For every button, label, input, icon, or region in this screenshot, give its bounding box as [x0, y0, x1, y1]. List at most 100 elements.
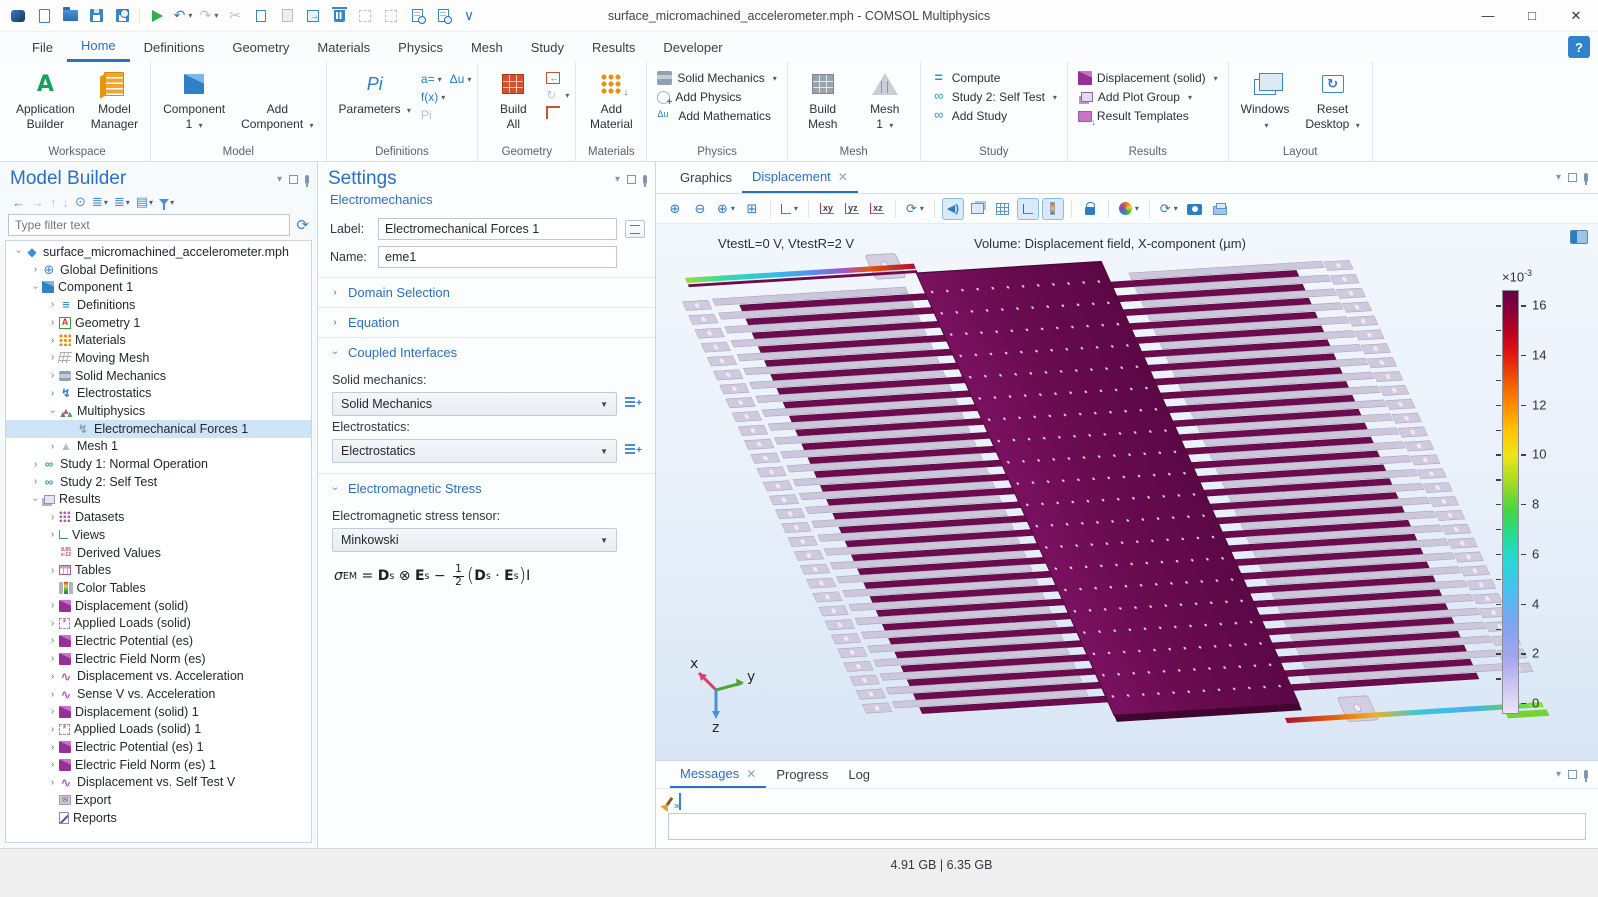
add-interface-icon[interactable] — [625, 397, 641, 411]
tree-item[interactable]: ›Moving Mesh — [6, 349, 311, 367]
pin-panel-icon[interactable] — [305, 175, 309, 184]
tree-item[interactable]: ›Electric Field Norm (es) 1 — [6, 756, 311, 774]
show-color-legend-icon[interactable] — [1042, 198, 1064, 220]
collapsed-chevron-icon[interactable]: › — [46, 689, 59, 700]
model-manager-button[interactable]: ModelManager — [85, 66, 144, 135]
menu-tab-physics[interactable]: Physics — [384, 32, 457, 62]
add-mathematics-button[interactable]: ΔuAdd Mathematics — [653, 108, 780, 124]
collapsed-chevron-icon[interactable]: › — [46, 724, 59, 735]
component-1-button[interactable]: Component1 ▾ — [157, 66, 231, 135]
menu-tab-mesh[interactable]: Mesh — [457, 32, 517, 62]
panel-menu-icon[interactable]: ▾ — [1556, 769, 1561, 780]
help-button[interactable]: ? — [1568, 36, 1590, 58]
tab-graphics[interactable]: Graphics — [670, 162, 742, 193]
clear-messages-icon[interactable] — [668, 794, 671, 809]
find-icon[interactable] — [405, 5, 429, 27]
tree-item[interactable]: ›surface_micromachined_accelerometer.mph — [6, 243, 311, 261]
section-domain-selection[interactable]: › Domain Selection — [318, 277, 655, 307]
expanded-chevron-icon[interactable]: › — [47, 405, 58, 418]
collapsed-chevron-icon[interactable]: › — [46, 653, 59, 664]
expanded-chevron-icon[interactable]: › — [13, 245, 24, 258]
save-icon[interactable] — [84, 5, 108, 27]
tree-item[interactable]: ›Global Definitions — [6, 261, 311, 279]
collapsed-chevron-icon[interactable]: › — [46, 565, 59, 576]
tree-item[interactable]: ›Tables — [6, 561, 311, 579]
tree-item[interactable]: 8.85e-12Derived Values — [6, 544, 311, 562]
add-study-button[interactable]: ∞Add Study — [927, 108, 1061, 124]
tree-item[interactable]: ›Displacement (solid) — [6, 597, 311, 615]
refresh-icon[interactable]: ⟳ — [296, 216, 309, 234]
section-equation[interactable]: › Equation — [318, 307, 655, 337]
messages-output[interactable] — [668, 813, 1586, 840]
add-physics-button[interactable]: Add Physics — [653, 89, 780, 105]
tree-item[interactable]: ›Study 1: Normal Operation — [6, 455, 311, 473]
mesh-1-button[interactable]: Mesh1 ▾ — [856, 66, 914, 135]
view-xy-icon[interactable]: xy — [816, 198, 838, 220]
copy-icon[interactable] — [249, 5, 273, 27]
show-axes-icon[interactable] — [1017, 198, 1039, 220]
collapsed-chevron-icon[interactable]: › — [46, 335, 59, 346]
collapsed-chevron-icon[interactable]: › — [46, 777, 59, 788]
electrostatics-select[interactable]: Electrostatics▼ — [332, 439, 617, 463]
tree-item[interactable]: ›Displacement (solid) 1 — [6, 703, 311, 721]
tree-filter-input[interactable] — [8, 214, 290, 236]
label-input[interactable] — [378, 218, 617, 240]
tree-item[interactable]: ›Electric Potential (es) — [6, 632, 311, 650]
tab-displacement[interactable]: Displacement✕ — [742, 162, 858, 193]
tree-item[interactable]: ›Displacement vs. Self Test V — [6, 774, 311, 792]
menu-tab-file[interactable]: File — [18, 32, 67, 62]
build-all-button[interactable]: BuildAll — [484, 66, 542, 135]
pin-panel-icon[interactable] — [643, 175, 647, 184]
compute-button[interactable]: =Compute — [927, 70, 1061, 86]
build-mesh-button[interactable]: BuildMesh — [794, 66, 852, 135]
run-icon[interactable] — [145, 5, 169, 27]
plot-window-icon[interactable] — [1570, 230, 1588, 244]
undo-icon[interactable]: ↶▾ — [171, 5, 195, 27]
menu-tab-results[interactable]: Results — [578, 32, 649, 62]
zoom-box-icon[interactable]: ⊕▾ — [714, 198, 738, 220]
displacement-solid-button[interactable]: Displacement (solid)▾ — [1074, 70, 1222, 86]
rotate-icon[interactable]: ⟳▾ — [903, 198, 927, 220]
solid-mechanics-button[interactable]: Solid Mechanics▾ — [653, 70, 780, 86]
tree-item[interactable]: Electromechanical Forces 1 — [6, 420, 311, 438]
collapsed-chevron-icon[interactable]: › — [46, 512, 59, 523]
tree-item[interactable]: ›Multiphysics — [6, 402, 311, 420]
tree-item[interactable]: ›Electric Potential (es) 1 — [6, 738, 311, 756]
expanded-chevron-icon[interactable]: › — [30, 493, 41, 506]
collapse-icon[interactable]: ≣▾ — [112, 194, 132, 210]
collapsed-chevron-icon[interactable]: › — [46, 370, 59, 381]
sound-icon[interactable]: ◀) — [942, 198, 964, 220]
transparency-icon[interactable] — [967, 198, 989, 220]
tree-item[interactable]: ›Results — [6, 491, 311, 509]
collapsed-chevron-icon[interactable]: › — [46, 671, 59, 682]
tree-item[interactable]: ›Sense V vs. Acceleration — [6, 685, 311, 703]
collapsed-chevron-icon[interactable]: › — [29, 476, 42, 487]
functions-button[interactable]: f(x)▾ — [421, 90, 445, 104]
duplicate-icon[interactable] — [301, 5, 325, 27]
collapsed-chevron-icon[interactable]: › — [46, 388, 59, 399]
add-component-button[interactable]: AddComponent ▾ — [235, 66, 319, 135]
tree-item[interactable]: ›Datasets — [6, 508, 311, 526]
collapsed-chevron-icon[interactable]: › — [46, 742, 59, 753]
menu-tab-study[interactable]: Study — [517, 32, 578, 62]
solid-mechanics-select[interactable]: Solid Mechanics▼ — [332, 392, 617, 416]
minimize-button[interactable]: — — [1466, 0, 1510, 31]
graphics-viewport[interactable]: VtestL=0 V, VtestR=2 V Volume: Displacem… — [656, 224, 1598, 760]
add-interface-icon[interactable] — [625, 444, 641, 458]
expand-icon[interactable]: ≣▾ — [90, 194, 110, 210]
panel-menu-icon[interactable]: ▾ — [615, 174, 620, 185]
open-icon[interactable] — [58, 5, 82, 27]
tree-item[interactable]: Reports — [6, 809, 311, 827]
tab-log[interactable]: Log — [838, 761, 880, 788]
tree-item[interactable]: ›Definitions — [6, 296, 311, 314]
tree-item[interactable]: ›Solid Mechanics — [6, 367, 311, 385]
collapsed-chevron-icon[interactable]: › — [46, 317, 59, 328]
panel-menu-icon[interactable]: ▾ — [1556, 172, 1561, 183]
parameters-button[interactable]: PiParameters ▾ — [333, 66, 417, 120]
remove-details-button[interactable] — [546, 106, 560, 119]
go-to-view-icon[interactable]: ▾ — [778, 198, 801, 220]
menu-tab-definitions[interactable]: Definitions — [130, 32, 219, 62]
tree-item[interactable]: ›Displacement vs. Acceleration — [6, 668, 311, 686]
collapsed-chevron-icon[interactable]: › — [46, 706, 59, 717]
collapsed-chevron-icon[interactable]: › — [46, 618, 59, 629]
